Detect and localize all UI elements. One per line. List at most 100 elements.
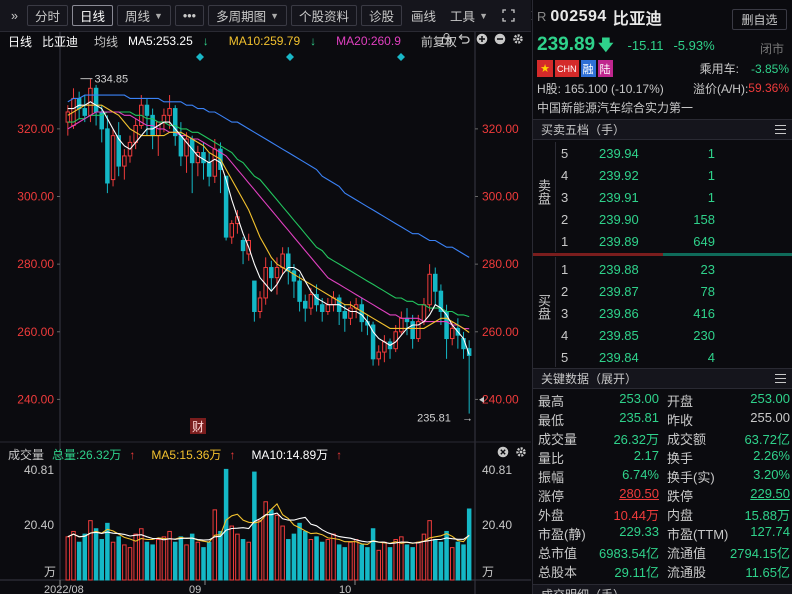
sector-row[interactable]: 乘用车: -3.85% bbox=[533, 60, 792, 77]
keydata-label: 总市值 bbox=[538, 546, 578, 561]
volume-bar bbox=[184, 544, 189, 581]
volume-bar bbox=[71, 530, 76, 581]
volume-bar bbox=[297, 522, 302, 581]
sell-level-4[interactable]: 4 239.92 1 bbox=[533, 164, 792, 186]
arrow-up-icon: ↑ bbox=[129, 447, 136, 462]
kline-chart-area[interactable]: 320.00 320.00 300.00 300.00 280.00 280.00 260.… bbox=[0, 32, 531, 594]
level-price: 239.88 bbox=[599, 261, 639, 277]
candle-body bbox=[348, 307, 353, 319]
sell-level-1[interactable]: 1 239.89 649 bbox=[533, 230, 792, 252]
keydata-value: 63.72亿 bbox=[744, 432, 790, 447]
buy-level-4[interactable]: 4 239.85 230 bbox=[533, 324, 792, 346]
gear-icon[interactable] bbox=[515, 446, 527, 461]
sell-level-5[interactable]: 5 239.94 1 bbox=[533, 142, 792, 164]
candle-body bbox=[105, 128, 110, 184]
keydata-header[interactable]: 关键数据（展开） bbox=[533, 368, 792, 389]
collapse-icon[interactable]: » bbox=[6, 5, 23, 26]
zoom-out-icon[interactable] bbox=[494, 33, 506, 48]
sector-change: -3.85% bbox=[750, 61, 789, 76]
keydata-value: 29.11亿 bbox=[614, 565, 659, 580]
keydata-row: 最高 253.00 开盘 253.00 bbox=[533, 391, 792, 410]
keydata-row: 总市值 6983.54亿 流通值 2794.15亿 bbox=[533, 543, 792, 562]
level-volume: 416 bbox=[693, 305, 715, 321]
price-tick-right: 260.00 bbox=[482, 325, 519, 339]
keydata-label: 总股本 bbox=[538, 565, 578, 580]
ma60-line bbox=[67, 94, 470, 258]
keydata-value: 253.00 bbox=[619, 391, 659, 406]
trade-detail-header[interactable]: 成交明细（手） bbox=[533, 584, 792, 594]
volume-bar bbox=[438, 541, 444, 581]
volume-bar bbox=[156, 539, 161, 581]
keydata-value: 255.00 bbox=[750, 410, 790, 425]
level-number: 1 bbox=[561, 261, 569, 277]
avg-label[interactable]: 均线 bbox=[94, 33, 118, 50]
sell-level-2[interactable]: 2 239.90 158 bbox=[533, 208, 792, 230]
level-price: 239.90 bbox=[599, 211, 639, 227]
price-tick-right: 280.00 bbox=[482, 257, 519, 271]
menu-icon[interactable] bbox=[775, 374, 786, 383]
volume-bar bbox=[286, 539, 291, 581]
keydata-value: 6983.54亿 bbox=[599, 546, 659, 561]
buy-level-1[interactable]: 1 239.88 23 bbox=[533, 258, 792, 280]
price-tick-right: 240.00 bbox=[482, 392, 519, 406]
volume-ma10: MA10:14.89万 ↑ bbox=[251, 447, 343, 462]
arrow-down-icon: 🡇 bbox=[598, 37, 614, 54]
gear-icon[interactable] bbox=[512, 33, 524, 48]
volume-bar bbox=[466, 508, 472, 581]
volume-bar bbox=[178, 536, 184, 581]
candle-body bbox=[76, 97, 82, 110]
kline-chart[interactable]: 320.00 320.00 300.00 300.00 280.00 280.00 260.… bbox=[0, 32, 531, 594]
volume-legend: 成交量 总量:26.32万 ↑ MA5:15.36万 ↑ MA10:14.89万 ↑ bbox=[8, 446, 358, 462]
tab-weekly[interactable]: 周线 ▼ bbox=[116, 5, 171, 26]
volume-bar bbox=[433, 539, 438, 581]
tab-intraday[interactable]: 分时 bbox=[26, 5, 68, 26]
zoom-in-icon[interactable] bbox=[476, 33, 488, 48]
volume-tick-right: 40.81 bbox=[482, 463, 512, 477]
undo-icon[interactable] bbox=[458, 33, 470, 48]
candle-body bbox=[421, 304, 427, 323]
keydata-label: 外盘 bbox=[538, 508, 565, 523]
volume-tick-left: 40.81 bbox=[24, 463, 54, 477]
lock-icon[interactable] bbox=[441, 33, 452, 48]
ma5-legend: MA5:253.25 ↓ bbox=[128, 34, 209, 48]
candle-body bbox=[206, 162, 212, 177]
keydata-row: 外盘 10.44万 内盘 15.88万 bbox=[533, 505, 792, 524]
event-marker bbox=[196, 53, 204, 61]
stock-profile-button[interactable]: 个股资料 bbox=[291, 5, 358, 26]
fullscreen-icon[interactable] bbox=[497, 5, 520, 26]
tools-button[interactable]: 工具 ▼ bbox=[445, 5, 493, 26]
buy-level-2[interactable]: 2 239.87 78 bbox=[533, 280, 792, 302]
draw-line-button[interactable]: 画线 bbox=[406, 5, 441, 26]
keydata-title: 关键数据（展开） bbox=[541, 372, 638, 386]
premium-value: 59.36% bbox=[748, 81, 789, 95]
buy-level-3[interactable]: 3 239.86 416 bbox=[533, 302, 792, 324]
volume-bar bbox=[416, 541, 421, 581]
candle-body bbox=[133, 124, 138, 143]
candle-body bbox=[201, 152, 206, 164]
orderbook-header[interactable]: 买卖五档（手） bbox=[533, 119, 792, 140]
more-periods-button[interactable]: ••• bbox=[174, 5, 205, 26]
volume-bar bbox=[82, 533, 88, 581]
volume-bar bbox=[410, 547, 415, 581]
orderbook-split-right bbox=[663, 253, 792, 256]
keydata-value: 280.50 bbox=[619, 486, 659, 501]
volume-bar bbox=[195, 541, 201, 581]
arrow-down-icon: ↓ bbox=[202, 34, 209, 48]
remove-watchlist-button[interactable]: 删自选 bbox=[732, 9, 787, 30]
diagnose-button[interactable]: 诊股 bbox=[361, 5, 403, 26]
level-volume: 158 bbox=[693, 211, 715, 227]
price-tick-left: 240.00 bbox=[17, 392, 54, 406]
keydata-label: 昨收 bbox=[667, 413, 694, 428]
close-icon[interactable] bbox=[497, 446, 509, 461]
buy-level-5[interactable]: 5 239.84 4 bbox=[533, 346, 792, 368]
chevron-down-icon: ▼ bbox=[479, 10, 488, 21]
sell-level-3[interactable]: 3 239.91 1 bbox=[533, 186, 792, 208]
volume-tick-left: 20.40 bbox=[24, 518, 54, 532]
keydata-row: 总股本 29.11亿 流通股 11.65亿 bbox=[533, 562, 792, 581]
candle-body bbox=[325, 304, 331, 312]
menu-icon[interactable] bbox=[775, 125, 786, 134]
tab-daily[interactable]: 日线 bbox=[71, 5, 113, 26]
multi-period-button[interactable]: 多周期图 ▼ bbox=[208, 5, 287, 26]
keydata-value: 253.00 bbox=[750, 391, 790, 406]
h-share-row[interactable]: H股: 165.100 (-10.17%) 溢价(A/H): 59.36% bbox=[533, 79, 792, 97]
